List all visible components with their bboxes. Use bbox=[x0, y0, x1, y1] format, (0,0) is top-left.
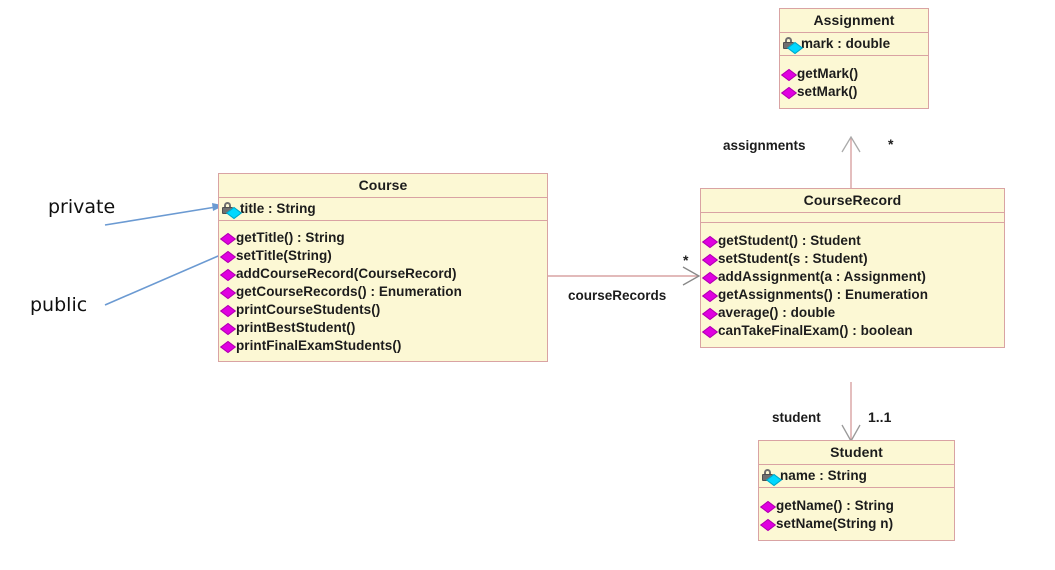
lock-icon bbox=[222, 201, 243, 220]
method-row[interactable]: getTitle() : String bbox=[222, 229, 544, 247]
course-attributes-compartment: title : String bbox=[219, 198, 547, 221]
diamond-icon bbox=[222, 248, 235, 264]
empty-attributes-placeholder bbox=[701, 213, 1004, 222]
diagram-canvas: Assignment mark : double getMark() setMa… bbox=[0, 0, 1055, 570]
class-name-assignment: Assignment bbox=[813, 12, 895, 28]
course-title-compartment: Course bbox=[219, 174, 547, 198]
attribute-row[interactable]: name : String bbox=[762, 467, 951, 487]
method-label: getTitle() : String bbox=[236, 230, 345, 245]
multiplicity-student: 1..1 bbox=[868, 409, 892, 425]
diamond-icon bbox=[762, 498, 775, 514]
method-label: average() : double bbox=[718, 305, 836, 320]
diamond-icon bbox=[783, 66, 796, 82]
class-box-assignment[interactable]: Assignment mark : double getMark() setMa… bbox=[779, 8, 929, 109]
courserecord-methods-compartment: getStudent() : Student setStudent(s : St… bbox=[701, 223, 1004, 347]
diamond-icon bbox=[704, 233, 717, 249]
student-title-compartment: Student bbox=[759, 441, 954, 465]
assignment-attributes-compartment: mark : double bbox=[780, 33, 928, 56]
attribute-row[interactable]: mark : double bbox=[783, 35, 925, 55]
association-courserecord-student bbox=[841, 382, 861, 443]
diamond-icon bbox=[704, 287, 717, 303]
attribute-row[interactable]: title : String bbox=[222, 200, 544, 220]
class-name-student: Student bbox=[830, 444, 883, 460]
method-row[interactable]: getCourseRecords() : Enumeration bbox=[222, 283, 544, 301]
attribute-label: mark : double bbox=[801, 36, 891, 51]
method-row[interactable]: printFinalExamStudents() bbox=[222, 337, 544, 355]
diamond-icon bbox=[222, 266, 235, 282]
method-label: setTitle(String) bbox=[236, 248, 332, 263]
diamond-icon bbox=[222, 338, 235, 354]
method-row[interactable]: printBestStudent() bbox=[222, 319, 544, 337]
diamond-icon bbox=[222, 302, 235, 318]
annotation-public-label: public bbox=[30, 294, 88, 316]
method-label: getAssignments() : Enumeration bbox=[718, 287, 929, 302]
method-label: canTakeFinalExam() : boolean bbox=[718, 323, 913, 338]
association-course-courserecord bbox=[548, 266, 701, 286]
method-label: printCourseStudents() bbox=[236, 302, 381, 317]
class-box-student[interactable]: Student name : String getName() : String bbox=[758, 440, 955, 541]
method-label: getMark() bbox=[797, 66, 859, 81]
method-row[interactable]: canTakeFinalExam() : boolean bbox=[704, 322, 1001, 340]
student-methods-compartment: getName() : String setName(String n) bbox=[759, 488, 954, 540]
method-label: printBestStudent() bbox=[236, 320, 356, 335]
diamond-icon bbox=[783, 84, 796, 100]
diamond-icon bbox=[762, 516, 775, 532]
association-role-assignments: assignments bbox=[723, 138, 806, 153]
lock-icon bbox=[762, 468, 783, 487]
method-row[interactable]: getName() : String bbox=[762, 497, 951, 515]
method-label: addCourseRecord(CourseRecord) bbox=[236, 266, 457, 281]
diamond-icon bbox=[222, 230, 235, 246]
method-label: printFinalExamStudents() bbox=[236, 338, 402, 353]
method-row[interactable]: addAssignment(a : Assignment) bbox=[704, 268, 1001, 286]
assignment-methods-compartment: getMark() setMark() bbox=[780, 56, 928, 108]
student-attributes-compartment: name : String bbox=[759, 465, 954, 488]
course-methods-compartment: getTitle() : String setTitle(String) add… bbox=[219, 221, 547, 361]
multiplicity-assignments: * bbox=[888, 136, 894, 152]
diamond-icon bbox=[222, 320, 235, 336]
attribute-label: title : String bbox=[240, 201, 316, 216]
method-row[interactable]: setTitle(String) bbox=[222, 247, 544, 265]
assignment-title-compartment: Assignment bbox=[780, 9, 928, 33]
multiplicity-courserecords: * bbox=[683, 252, 689, 268]
method-label: setMark() bbox=[797, 84, 858, 99]
association-courserecord-assignment bbox=[841, 135, 861, 188]
class-box-course[interactable]: Course title : String getTitle() : Strin… bbox=[218, 173, 548, 362]
annotation-arrow-private bbox=[104, 203, 224, 226]
method-row[interactable]: setMark() bbox=[783, 83, 925, 101]
method-row[interactable]: printCourseStudents() bbox=[222, 301, 544, 319]
method-row[interactable]: addCourseRecord(CourseRecord) bbox=[222, 265, 544, 283]
class-name-course: Course bbox=[358, 177, 408, 193]
method-row[interactable]: setStudent(s : Student) bbox=[704, 250, 1001, 268]
method-row[interactable]: average() : double bbox=[704, 304, 1001, 322]
method-label: setName(String n) bbox=[776, 516, 894, 531]
annotation-private-label: private bbox=[48, 196, 116, 218]
diamond-icon bbox=[222, 284, 235, 300]
association-role-courserecords: courseRecords bbox=[568, 288, 667, 303]
courserecord-title-compartment: CourseRecord bbox=[701, 189, 1004, 213]
method-row[interactable]: setName(String n) bbox=[762, 515, 951, 533]
annotation-arrow-public bbox=[104, 249, 234, 306]
lock-icon bbox=[783, 36, 804, 55]
method-label: addAssignment(a : Assignment) bbox=[718, 269, 926, 284]
method-label: getCourseRecords() : Enumeration bbox=[236, 284, 462, 299]
diamond-icon bbox=[704, 269, 717, 285]
method-label: setStudent(s : Student) bbox=[718, 251, 868, 266]
method-label: getName() : String bbox=[776, 498, 894, 513]
diamond-icon bbox=[704, 305, 717, 321]
method-label: getStudent() : Student bbox=[718, 233, 861, 248]
courserecord-attributes-compartment bbox=[701, 213, 1004, 223]
association-role-student: student bbox=[772, 410, 821, 425]
method-row[interactable]: getMark() bbox=[783, 65, 925, 83]
method-row[interactable]: getStudent() : Student bbox=[704, 232, 1001, 250]
method-row[interactable]: getAssignments() : Enumeration bbox=[704, 286, 1001, 304]
class-box-courserecord[interactable]: CourseRecord getStudent() : Student setS… bbox=[700, 188, 1005, 348]
attribute-label: name : String bbox=[780, 468, 867, 483]
class-name-courserecord: CourseRecord bbox=[803, 192, 902, 208]
diamond-icon bbox=[704, 323, 717, 339]
diamond-icon bbox=[704, 251, 717, 267]
